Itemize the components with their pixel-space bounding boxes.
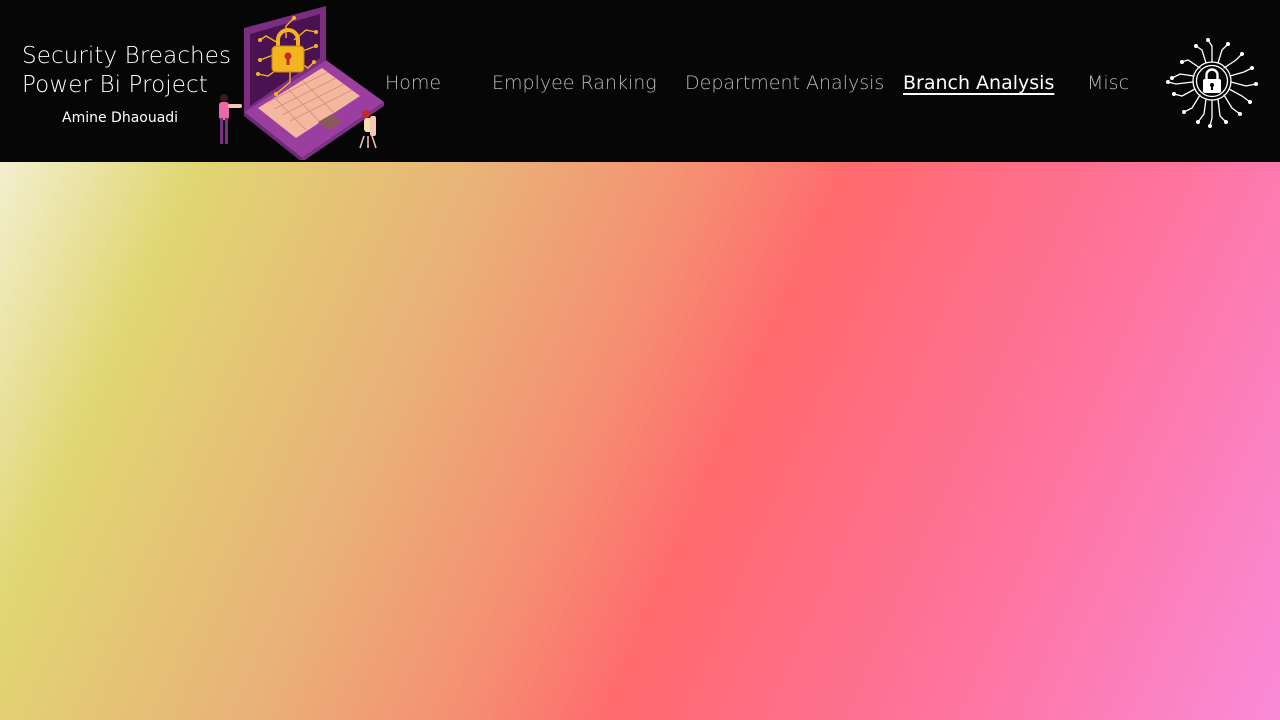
- nav-home[interactable]: Home: [385, 70, 441, 96]
- author-name: Amine Dhaouadi: [62, 110, 179, 126]
- nav-branch-analysis[interactable]: Branch Analysis: [903, 70, 1054, 96]
- nav-department-analysis[interactable]: Department Analysis: [685, 70, 884, 96]
- laptop-padlock-illustration-icon: [219, 6, 384, 160]
- header-bar: Security Breaches Power Bi Project Amine…: [0, 0, 1280, 162]
- title-line-2: Power Bi Project: [22, 72, 208, 98]
- title-line-1: Security Breaches: [22, 43, 232, 69]
- circuit-padlock-icon: [1166, 38, 1258, 128]
- report-title: Security Breaches Power Bi Project: [22, 42, 231, 100]
- nav-employee-ranking[interactable]: Emplyee Ranking: [492, 70, 657, 96]
- report-canvas: [0, 162, 1280, 720]
- nav-misc[interactable]: Misc: [1087, 70, 1129, 96]
- gradient-background: [0, 162, 1280, 720]
